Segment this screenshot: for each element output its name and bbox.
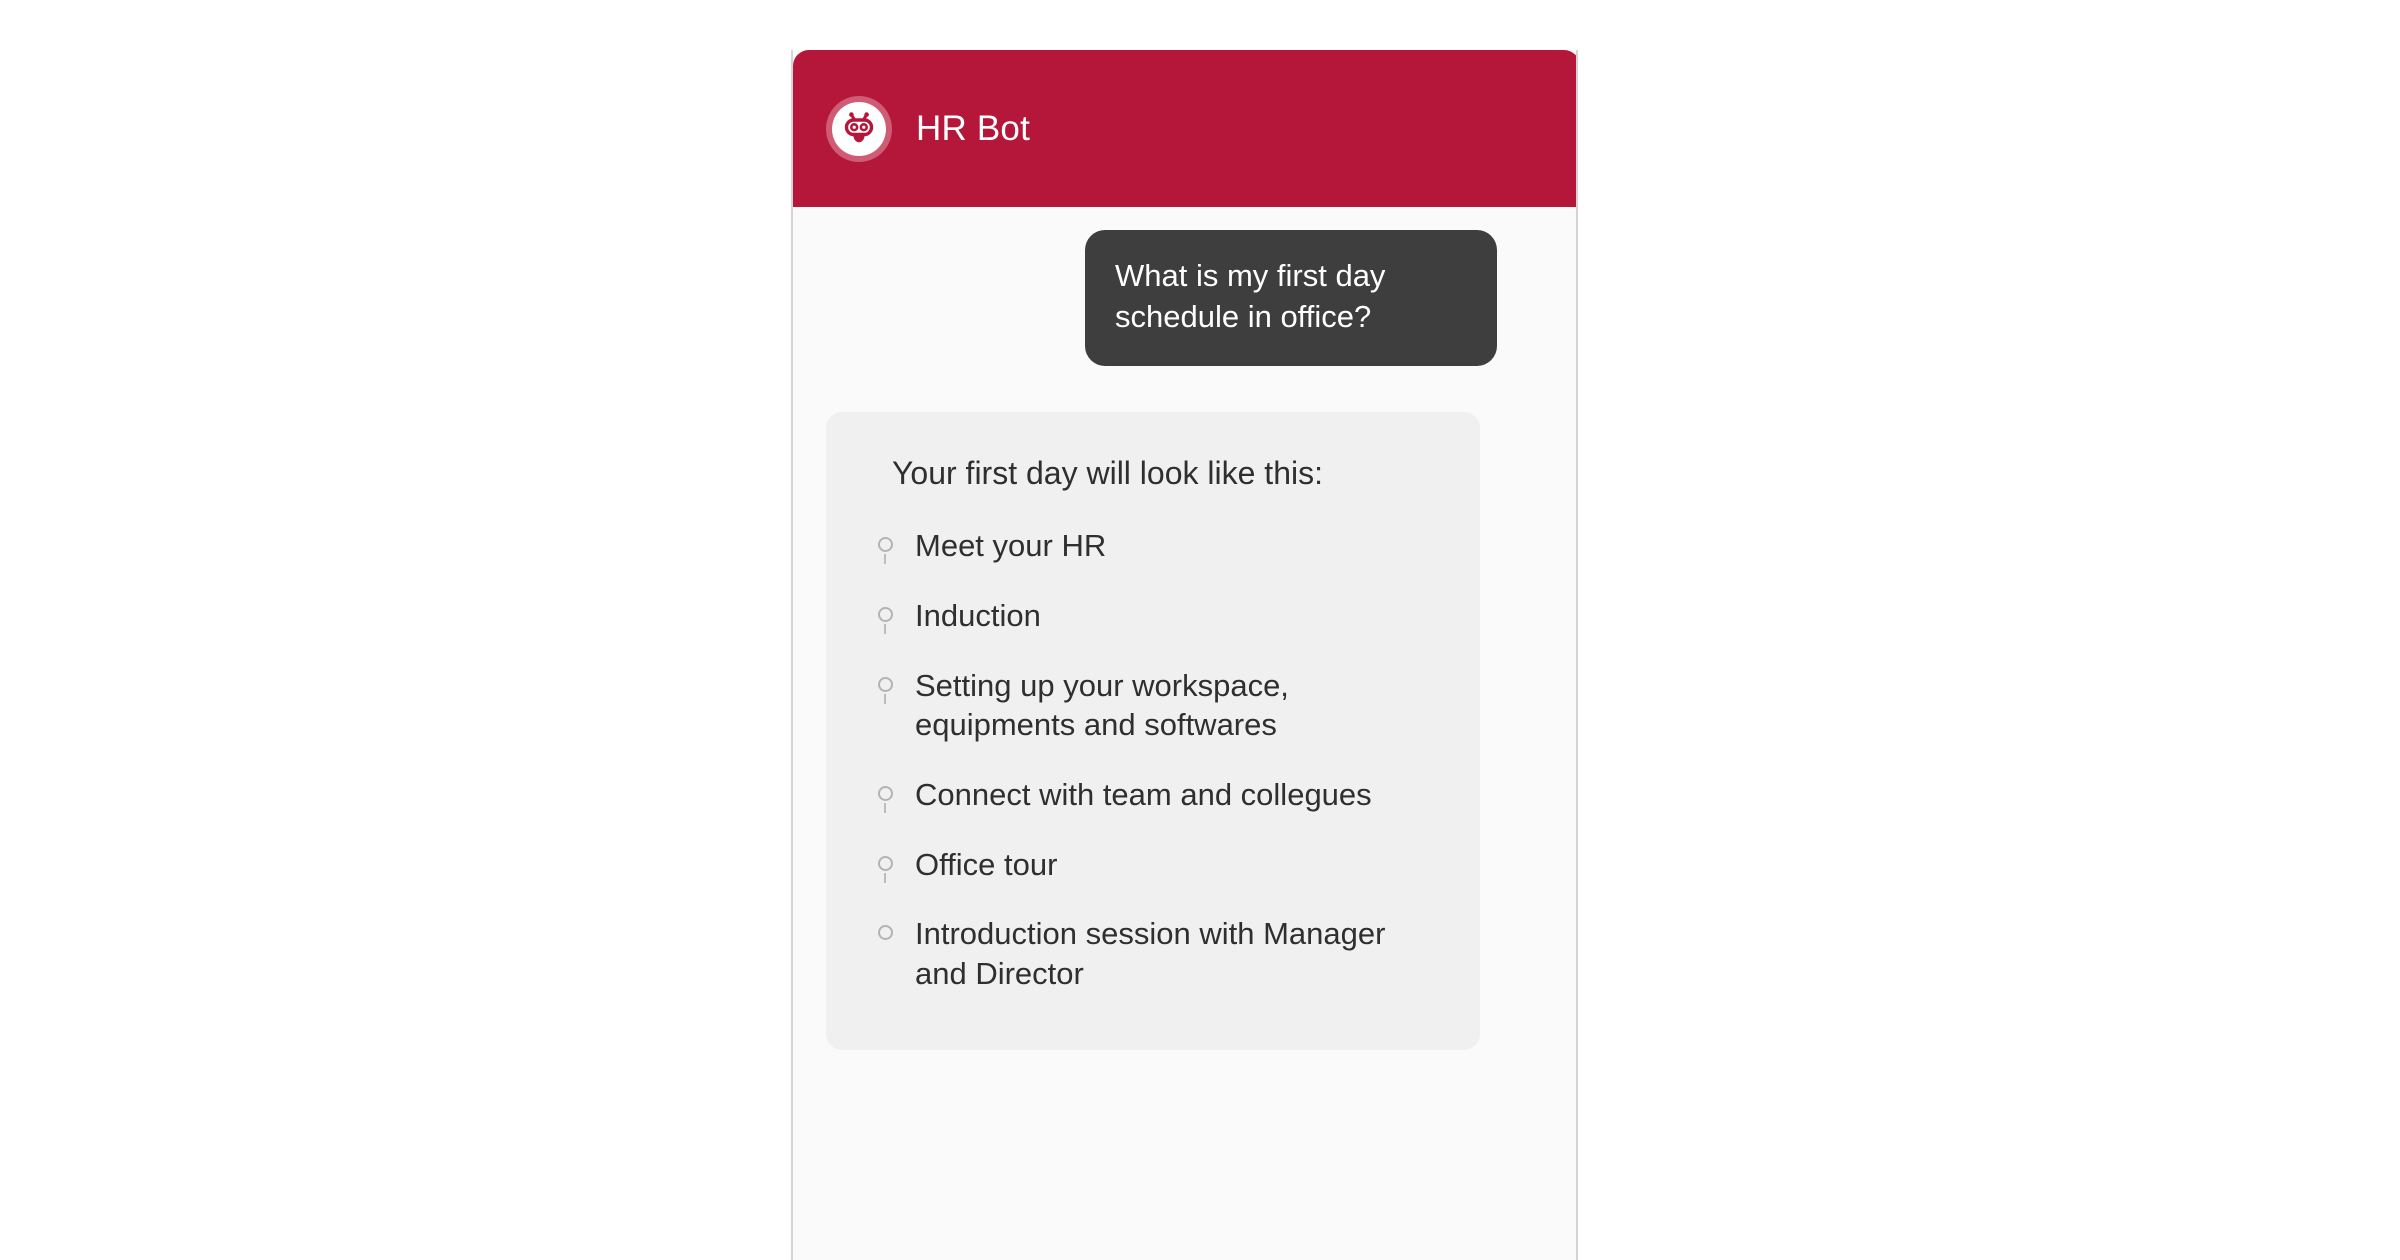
timeline-marker xyxy=(866,775,904,814)
circle-outline-icon xyxy=(877,676,893,692)
timeline-marker xyxy=(866,666,904,704)
circle-outline-icon xyxy=(877,855,893,871)
bot-message-card: Your first day will look like this: Meet… xyxy=(826,412,1480,1050)
list-item: Setting up your workspace, equipments an… xyxy=(866,666,1440,775)
circle-outline-icon xyxy=(877,537,893,553)
user-message-row: What is my first day schedule in office? xyxy=(1085,230,1576,366)
timeline-item-label: Introduction session with Manager and Di… xyxy=(915,916,1386,992)
bot-intro-text: Your first day will look like this: xyxy=(892,455,1323,491)
avatar xyxy=(826,95,892,162)
timeline-item-label: Induction xyxy=(915,598,1041,634)
list-item: Induction xyxy=(866,596,1440,666)
timeline-marker xyxy=(866,914,904,941)
first-day-timeline: Meet your HR Induction Setting up your w… xyxy=(866,526,1440,993)
timeline-item-label: Meet your HR xyxy=(915,528,1107,564)
timeline-item-label: Office tour xyxy=(915,846,1058,882)
list-item: Introduction session with Manager and Di… xyxy=(866,914,1440,993)
chat-widget-panel: HR Bot What is my first day schedule in … xyxy=(791,50,1578,1260)
chat-header: HR Bot xyxy=(793,50,1576,207)
timeline-item-label: Connect with team and collegues xyxy=(915,777,1372,813)
page-title: HR Bot xyxy=(916,109,1031,148)
circle-outline-icon xyxy=(877,925,893,941)
list-item: Connect with team and collegues xyxy=(866,775,1440,845)
robot-head-icon xyxy=(832,101,886,156)
timeline-item-label: Setting up your workspace, equipments an… xyxy=(915,667,1289,743)
timeline-marker xyxy=(866,526,904,565)
user-message-line: schedule in office? xyxy=(1115,298,1372,334)
user-message-line: What is my first day xyxy=(1115,258,1386,293)
timeline-marker xyxy=(866,845,904,883)
list-item: Meet your HR xyxy=(866,526,1440,596)
circle-outline-icon xyxy=(877,786,893,802)
list-item: Office tour xyxy=(866,845,1440,915)
timeline-marker xyxy=(866,596,904,635)
screenshot-stage: HR Bot What is my first day schedule in … xyxy=(0,0,2400,1260)
user-message-bubble: What is my first day schedule in office? xyxy=(1085,230,1497,366)
circle-outline-icon xyxy=(877,607,893,623)
message-list: What is my first day schedule in office?… xyxy=(793,207,1576,1260)
